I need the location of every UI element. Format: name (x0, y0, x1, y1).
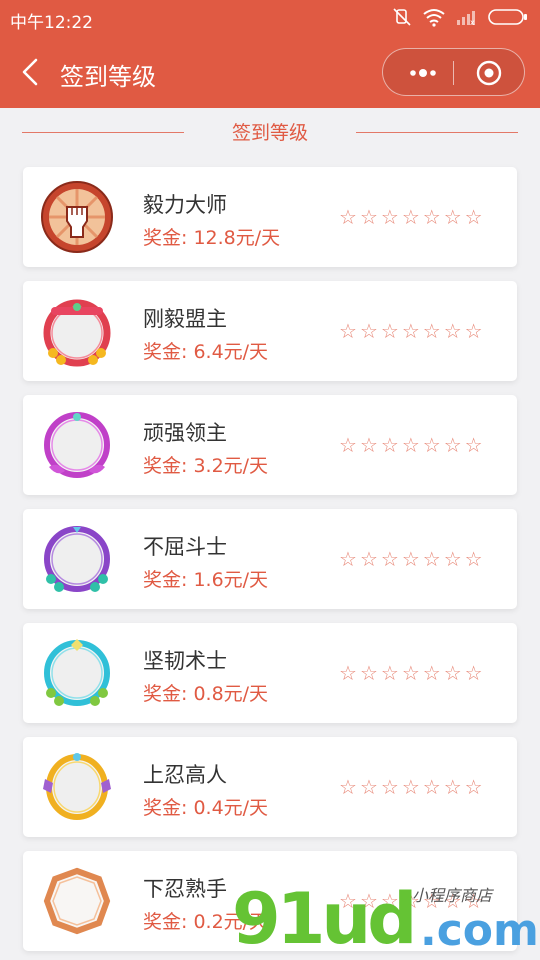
fist-badge-icon (41, 181, 113, 253)
watermark-domain: .com (420, 905, 539, 956)
star-icon: ☆ (401, 661, 420, 685)
star-rating: ☆ ☆ ☆ ☆ ☆ ☆ ☆ (339, 549, 483, 569)
star-icon: ☆ (339, 775, 357, 799)
level-card[interactable]: 刚毅盟主 奖金: 6.4元/天 ☆ ☆ ☆ ☆ ☆ ☆ ☆ (23, 281, 517, 381)
star-icon: ☆ (443, 319, 462, 343)
mute-icon (393, 8, 411, 26)
signal-icon: x (457, 11, 475, 26)
star-icon: ☆ (380, 205, 399, 229)
star-icon: ☆ (464, 661, 483, 685)
star-icon: ☆ (380, 775, 399, 799)
star-icon: ☆ (359, 433, 378, 457)
star-rating: ☆ ☆ ☆ ☆ ☆ ☆ ☆ (339, 435, 483, 455)
capsule-divider (453, 61, 454, 85)
star-icon: ☆ (339, 205, 357, 229)
divider-right (356, 132, 518, 133)
star-icon: ☆ (464, 775, 483, 799)
watermark-logo: 91ud (232, 878, 417, 960)
star-icon: ☆ (380, 547, 399, 571)
level-reward: 奖金: 3.2元/天 (143, 455, 269, 477)
level-card[interactable]: 顽强领主 奖金: 3.2元/天 ☆ ☆ ☆ ☆ ☆ ☆ ☆ (23, 395, 517, 495)
page-title: 签到等级 (60, 63, 156, 91)
level-name: 上忍高人 (143, 763, 227, 787)
watermark-tagline: 小程序商店 (412, 886, 493, 905)
battery-icon (488, 9, 527, 25)
star-icon: ☆ (422, 205, 441, 229)
purple-frame-badge-icon (44, 526, 110, 592)
section-header: 签到等级 (0, 118, 540, 148)
level-card[interactable]: 坚韧术士 奖金: 0.8元/天 ☆ ☆ ☆ ☆ ☆ ☆ ☆ (23, 623, 517, 723)
level-reward: 奖金: 0.8元/天 (143, 683, 269, 705)
status-icons: x (392, 7, 528, 27)
star-icon: ☆ (401, 319, 420, 343)
level-name: 下忍熟手 (143, 877, 227, 901)
more-options-button[interactable] (403, 63, 443, 83)
bronze-frame-badge-icon (43, 867, 111, 935)
back-arrow-icon[interactable] (18, 54, 46, 90)
top-bar: 中午12:22 x 签到等级 (0, 0, 540, 108)
star-rating: ☆ ☆ ☆ ☆ ☆ ☆ ☆ (339, 321, 483, 341)
star-icon: ☆ (359, 661, 378, 685)
level-name: 不屈斗士 (143, 535, 227, 559)
star-icon: ☆ (422, 547, 441, 571)
gold-frame-badge-icon (43, 753, 111, 820)
star-icon: ☆ (443, 775, 462, 799)
svg-text:x: x (470, 18, 475, 26)
star-icon: ☆ (359, 547, 378, 571)
star-icon: ☆ (401, 547, 420, 571)
star-icon: ☆ (422, 319, 441, 343)
star-icon: ☆ (359, 319, 378, 343)
star-icon: ☆ (464, 319, 483, 343)
star-icon: ☆ (359, 205, 378, 229)
magenta-frame-badge-icon (44, 412, 110, 478)
level-name: 顽强领主 (143, 421, 227, 445)
level-reward: 奖金: 1.6元/天 (143, 569, 269, 591)
wifi-icon (423, 9, 445, 27)
star-icon: ☆ (443, 205, 462, 229)
close-mini-program-button[interactable] (475, 59, 503, 87)
star-icon: ☆ (380, 319, 399, 343)
star-rating: ☆ ☆ ☆ ☆ ☆ ☆ ☆ (339, 777, 483, 797)
star-icon: ☆ (339, 661, 357, 685)
site-watermark: 91ud .com 小程序商店 (232, 878, 540, 960)
star-icon: ☆ (443, 547, 462, 571)
level-name: 毅力大师 (143, 193, 227, 217)
star-icon: ☆ (422, 433, 441, 457)
star-icon: ☆ (464, 205, 483, 229)
level-card[interactable]: 毅力大师 奖金: 12.8元/天 ☆ ☆ ☆ ☆ ☆ ☆ ☆ (23, 167, 517, 267)
star-icon: ☆ (359, 775, 378, 799)
red-frame-badge-icon (43, 299, 111, 367)
star-rating: ☆ ☆ ☆ ☆ ☆ ☆ ☆ (339, 663, 483, 683)
level-name: 坚韧术士 (143, 649, 227, 673)
star-icon: ☆ (339, 547, 357, 571)
star-icon: ☆ (422, 775, 441, 799)
star-icon: ☆ (422, 661, 441, 685)
level-reward: 奖金: 6.4元/天 (143, 341, 269, 363)
star-icon: ☆ (443, 433, 462, 457)
star-icon: ☆ (380, 661, 399, 685)
star-icon: ☆ (339, 433, 357, 457)
star-icon: ☆ (401, 433, 420, 457)
status-bar: 中午12:22 x (0, 0, 540, 36)
cyan-frame-badge-icon (44, 639, 110, 706)
star-icon: ☆ (401, 205, 420, 229)
star-icon: ☆ (464, 547, 483, 571)
star-icon: ☆ (339, 319, 357, 343)
level-name: 刚毅盟主 (143, 307, 227, 331)
star-icon: ☆ (401, 775, 420, 799)
status-time: 中午12:22 (10, 13, 93, 33)
star-icon: ☆ (380, 433, 399, 457)
level-reward: 奖金: 12.8元/天 (143, 227, 281, 249)
star-icon: ☆ (464, 433, 483, 457)
level-reward: 奖金: 0.4元/天 (143, 797, 269, 819)
level-card[interactable]: 不屈斗士 奖金: 1.6元/天 ☆ ☆ ☆ ☆ ☆ ☆ ☆ (23, 509, 517, 609)
star-rating: ☆ ☆ ☆ ☆ ☆ ☆ ☆ (339, 207, 483, 227)
mini-program-capsule (382, 48, 525, 96)
level-card[interactable]: 上忍高人 奖金: 0.4元/天 ☆ ☆ ☆ ☆ ☆ ☆ ☆ (23, 737, 517, 837)
star-icon: ☆ (443, 661, 462, 685)
